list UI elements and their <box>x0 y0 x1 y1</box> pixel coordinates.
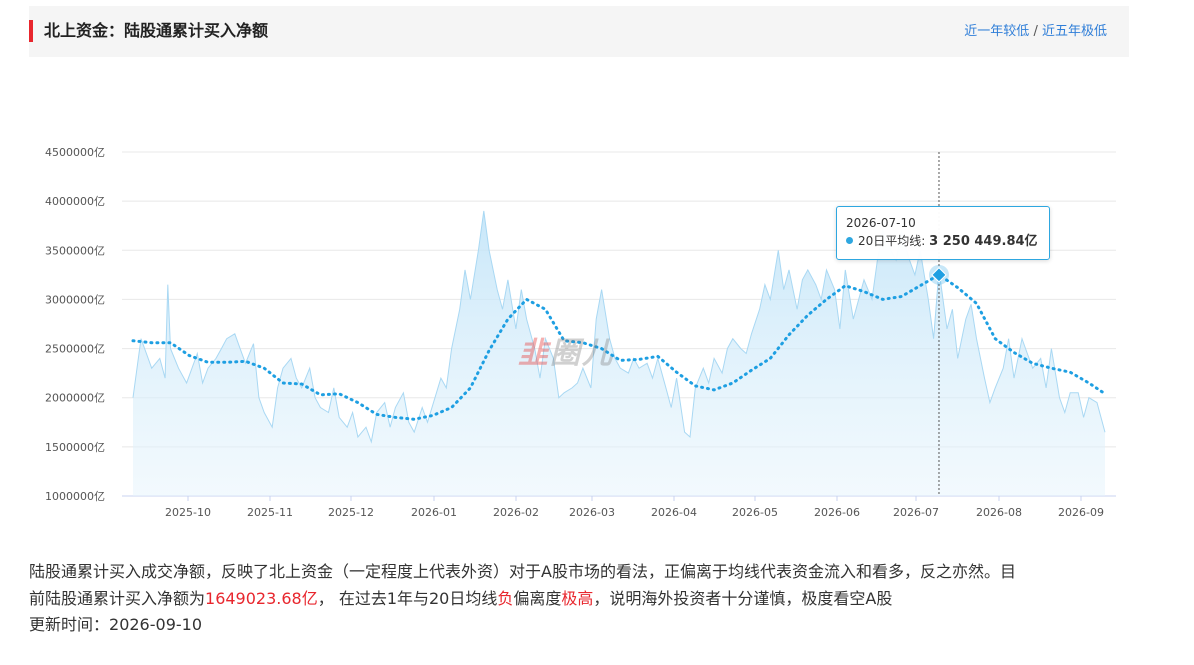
current-value: 1649023.68亿 <box>205 589 318 608</box>
chart-title: 北上资金：陆股通累计买入净额 <box>44 21 269 40</box>
link-5year-level[interactable]: 近五年极低 <box>1042 24 1107 39</box>
chart-svg[interactable]: 1000000亿 1500000亿 2000000亿 2500000亿 3000000亿… <box>0 60 1194 530</box>
chart-tooltip: 2026-07-10 20日平均线: 3 250 449.84亿 <box>836 206 1050 260</box>
tooltip-series-name: 20日平均线: <box>858 234 926 248</box>
update-date: 2026-09-10 <box>109 615 202 634</box>
tooltip-row: 20日平均线: 3 250 449.84亿 <box>846 233 1038 250</box>
description-line-1: 陆股通累计买入成交净额，反映了北上资金（一定程度上代表外资）对于A股市场的看法，… <box>29 562 1016 581</box>
description-mid2: 偏离度 <box>513 589 562 608</box>
x-tick-label: 2026-03 <box>569 506 615 519</box>
x-tick-label: 2026-01 <box>411 506 457 519</box>
x-tick-label: 2025-12 <box>328 506 374 519</box>
description-mid: ， 在过去1年与20日均线 <box>317 589 498 608</box>
deviation-direction: 负 <box>497 589 514 608</box>
y-tick-label: 1500000亿 <box>45 441 105 454</box>
level-links: 近一年较低 / 近五年极低 <box>964 23 1107 41</box>
chart-header: 北上资金：陆股通累计买入净额 近一年较低 / 近五年极低 <box>29 6 1129 57</box>
x-tick-label: 2026-09 <box>1058 506 1104 519</box>
y-tick-label: 4000000亿 <box>45 195 105 208</box>
x-tick-label: 2026-02 <box>493 506 539 519</box>
x-tick-label: 2026-06 <box>814 506 860 519</box>
series-dot-icon <box>846 237 853 244</box>
y-tick-label: 2000000亿 <box>45 392 105 405</box>
y-tick-label: 1000000亿 <box>45 490 105 503</box>
y-tick-label: 2500000亿 <box>45 343 105 356</box>
description-text: 陆股通累计买入成交净额，反映了北上资金（一定程度上代表外资）对于A股市场的看法，… <box>29 558 1129 612</box>
y-tick-label: 3500000亿 <box>45 244 105 257</box>
update-label: 更新时间： <box>29 615 110 634</box>
description-suffix: ，说明海外投资者十分谨慎，极度看空A股 <box>593 589 893 608</box>
watermark-logo: 韭圈儿 <box>518 336 614 371</box>
x-tick-label: 2026-05 <box>732 506 778 519</box>
link-separator: / <box>1033 24 1038 39</box>
x-tick-label: 2026-08 <box>976 506 1022 519</box>
update-time: 更新时间：2026-09-10 <box>29 611 202 638</box>
y-tick-label: 4500000亿 <box>45 146 105 159</box>
x-tick-label: 2025-10 <box>165 506 211 519</box>
x-tick-label: 2025-11 <box>247 506 293 519</box>
chart-area[interactable]: 1000000亿 1500000亿 2000000亿 2500000亿 3000000亿… <box>0 60 1194 530</box>
x-tick-label: 2026-04 <box>651 506 697 519</box>
title-accent-bar <box>29 20 33 42</box>
link-1year-level[interactable]: 近一年较低 <box>964 24 1029 39</box>
y-tick-label: 3000000亿 <box>45 293 105 306</box>
tooltip-date: 2026-07-10 <box>846 216 916 230</box>
x-tick-label: 2026-07 <box>893 506 939 519</box>
deviation-level: 极高 <box>561 589 594 608</box>
description-prefix: 前陆股通累计买入净额为 <box>29 589 206 608</box>
tooltip-value: 3 250 449.84亿 <box>929 234 1038 249</box>
